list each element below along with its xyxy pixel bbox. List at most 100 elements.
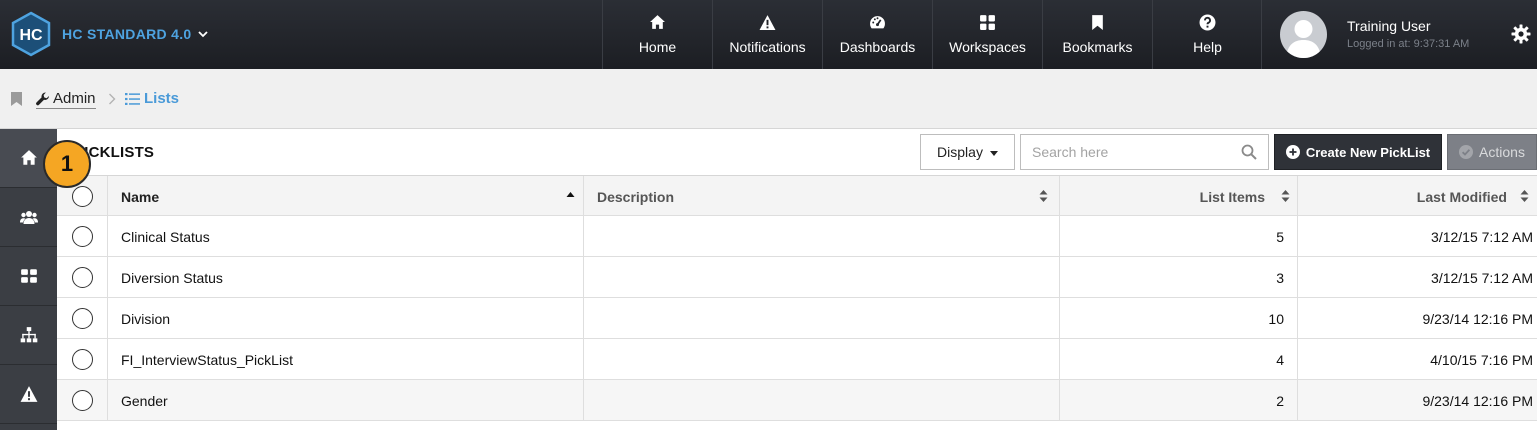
table-row[interactable]: Clinical Status 5 3/12/15 7:12 AM bbox=[57, 216, 1537, 257]
row-last-modified: 3/12/15 7:12 AM bbox=[1431, 228, 1533, 245]
row-list-items: 5 bbox=[1060, 216, 1298, 257]
main-nav: Home Notifications Dashboards Workspaces… bbox=[602, 0, 1262, 69]
picklist-table: Name Description List Items Last Modifie… bbox=[57, 175, 1537, 421]
sidebar-item-alerts[interactable] bbox=[0, 365, 57, 424]
sort-icon[interactable] bbox=[1520, 189, 1529, 203]
row-select-radio[interactable] bbox=[71, 226, 93, 247]
search-box bbox=[1020, 134, 1269, 170]
breadcrumb-admin-label: Admin bbox=[53, 90, 96, 107]
row-last-modified: 4/10/15 7:16 PM bbox=[1430, 351, 1533, 368]
grid-icon bbox=[20, 269, 37, 283]
table-row[interactable]: FI_InterviewStatus_PickList 4 4/10/15 7:… bbox=[57, 339, 1537, 380]
table-row[interactable]: Division 10 9/23/14 12:16 PM bbox=[57, 298, 1537, 339]
nav-help[interactable]: Help bbox=[1152, 0, 1262, 69]
breadcrumb-lists-label: Lists bbox=[144, 90, 180, 107]
nav-home[interactable]: Home bbox=[602, 0, 712, 69]
warning-icon bbox=[759, 15, 776, 30]
nav-home-label: Home bbox=[638, 39, 677, 55]
wrench-icon bbox=[36, 92, 49, 105]
column-last-modified-label: Last Modified bbox=[1416, 188, 1507, 205]
column-name-label: Name bbox=[121, 188, 160, 205]
gauge-icon bbox=[870, 16, 885, 29]
create-picklist-label: Create New PickList bbox=[1305, 144, 1431, 160]
row-list-items: 10 bbox=[1060, 298, 1298, 339]
table-header-row: Name Description List Items Last Modifie… bbox=[57, 175, 1537, 217]
sort-asc-icon[interactable] bbox=[566, 189, 575, 203]
row-select-cell bbox=[57, 339, 108, 380]
home-icon bbox=[650, 15, 665, 29]
list-icon bbox=[125, 92, 140, 105]
gear-icon[interactable] bbox=[1511, 24, 1531, 44]
row-description bbox=[584, 380, 1060, 421]
column-list-items-label: List Items bbox=[1199, 188, 1265, 205]
row-select-radio[interactable] bbox=[71, 267, 93, 288]
sort-icon[interactable] bbox=[1039, 189, 1048, 203]
create-picklist-button[interactable]: Create New PickList bbox=[1274, 134, 1442, 170]
nav-bookmarks-label: Bookmarks bbox=[1062, 39, 1133, 55]
row-description bbox=[584, 257, 1060, 298]
row-description bbox=[584, 339, 1060, 380]
breadcrumb-admin[interactable]: Admin bbox=[36, 90, 96, 109]
row-select-radio[interactable] bbox=[71, 390, 93, 411]
row-select-cell bbox=[57, 257, 108, 298]
users-icon bbox=[19, 211, 38, 224]
step-callout-badge: 1 bbox=[43, 140, 91, 188]
row-select-cell bbox=[57, 216, 108, 257]
nav-bookmarks[interactable]: Bookmarks bbox=[1042, 0, 1152, 69]
row-select-cell bbox=[57, 298, 108, 339]
actions-button[interactable]: Actions bbox=[1447, 134, 1537, 170]
sitemap-icon bbox=[20, 327, 37, 343]
hc-logo-icon: HC bbox=[11, 11, 51, 57]
display-dropdown-button[interactable]: Display bbox=[920, 134, 1015, 170]
search-input[interactable] bbox=[1021, 135, 1241, 169]
row-last-modified: 9/23/14 12:16 PM bbox=[1422, 310, 1533, 327]
display-button-label: Display bbox=[937, 144, 983, 160]
column-header-list-items[interactable]: List Items bbox=[1060, 176, 1298, 217]
column-header-name[interactable]: Name bbox=[108, 176, 584, 217]
row-select-cell bbox=[57, 380, 108, 421]
table-row[interactable]: Gender 2 9/23/14 12:16 PM bbox=[57, 380, 1537, 421]
row-name[interactable]: Gender bbox=[108, 380, 584, 421]
search-icon[interactable] bbox=[1241, 144, 1257, 160]
login-time: Logged in at: 9:37:31 AM bbox=[1347, 38, 1470, 50]
main-content: PICKLISTS 1 Display Create New PickList … bbox=[43, 129, 1537, 430]
row-name[interactable]: FI_InterviewStatus_PickList bbox=[108, 339, 584, 380]
bookmark-icon[interactable] bbox=[11, 92, 22, 106]
row-description bbox=[584, 298, 1060, 339]
row-select-radio[interactable] bbox=[71, 308, 93, 329]
nav-help-label: Help bbox=[1193, 39, 1222, 55]
row-last-modified: 9/23/14 12:16 PM bbox=[1422, 392, 1533, 409]
warning-icon bbox=[20, 386, 37, 402]
sort-icon[interactable] bbox=[1281, 189, 1290, 203]
app-title[interactable]: HC STANDARD 4.0 bbox=[62, 26, 191, 42]
user-silhouette-icon bbox=[1286, 20, 1321, 58]
table-row[interactable]: Diversion Status 3 3/12/15 7:12 AM bbox=[57, 257, 1537, 298]
row-list-items: 4 bbox=[1060, 339, 1298, 380]
avatar[interactable] bbox=[1280, 11, 1327, 58]
sidebar-item-users[interactable] bbox=[0, 188, 57, 247]
nav-workspaces-label: Workspaces bbox=[949, 39, 1026, 55]
app-brand[interactable]: HC HC STANDARD 4.0 bbox=[10, 11, 209, 57]
nav-notifications[interactable]: Notifications bbox=[712, 0, 822, 69]
sidebar-item-org-structure[interactable] bbox=[0, 306, 57, 365]
check-circle-icon bbox=[1459, 145, 1474, 159]
row-name[interactable]: Division bbox=[108, 298, 584, 339]
sidebar-item-workspaces[interactable] bbox=[0, 247, 57, 306]
grid-icon bbox=[980, 15, 995, 30]
column-header-last-modified[interactable]: Last Modified bbox=[1298, 176, 1537, 217]
chevron-down-icon[interactable] bbox=[197, 28, 209, 40]
plus-circle-icon bbox=[1285, 145, 1300, 159]
breadcrumb-lists[interactable]: Lists bbox=[125, 90, 179, 107]
caret-down-icon bbox=[989, 150, 998, 156]
nav-workspaces[interactable]: Workspaces bbox=[932, 0, 1042, 69]
row-select-radio[interactable] bbox=[71, 349, 93, 370]
nav-dashboards[interactable]: Dashboards bbox=[822, 0, 932, 69]
user-menu[interactable]: Training User Logged in at: 9:37:31 AM bbox=[1261, 0, 1537, 69]
row-name[interactable]: Clinical Status bbox=[108, 216, 584, 257]
chevron-right-icon bbox=[109, 93, 116, 105]
select-all-radio[interactable] bbox=[71, 186, 93, 207]
row-name[interactable]: Diversion Status bbox=[108, 257, 584, 298]
breadcrumb: Admin Lists bbox=[0, 69, 1537, 129]
column-header-description[interactable]: Description bbox=[584, 176, 1060, 217]
actions-label: Actions bbox=[1479, 144, 1525, 160]
